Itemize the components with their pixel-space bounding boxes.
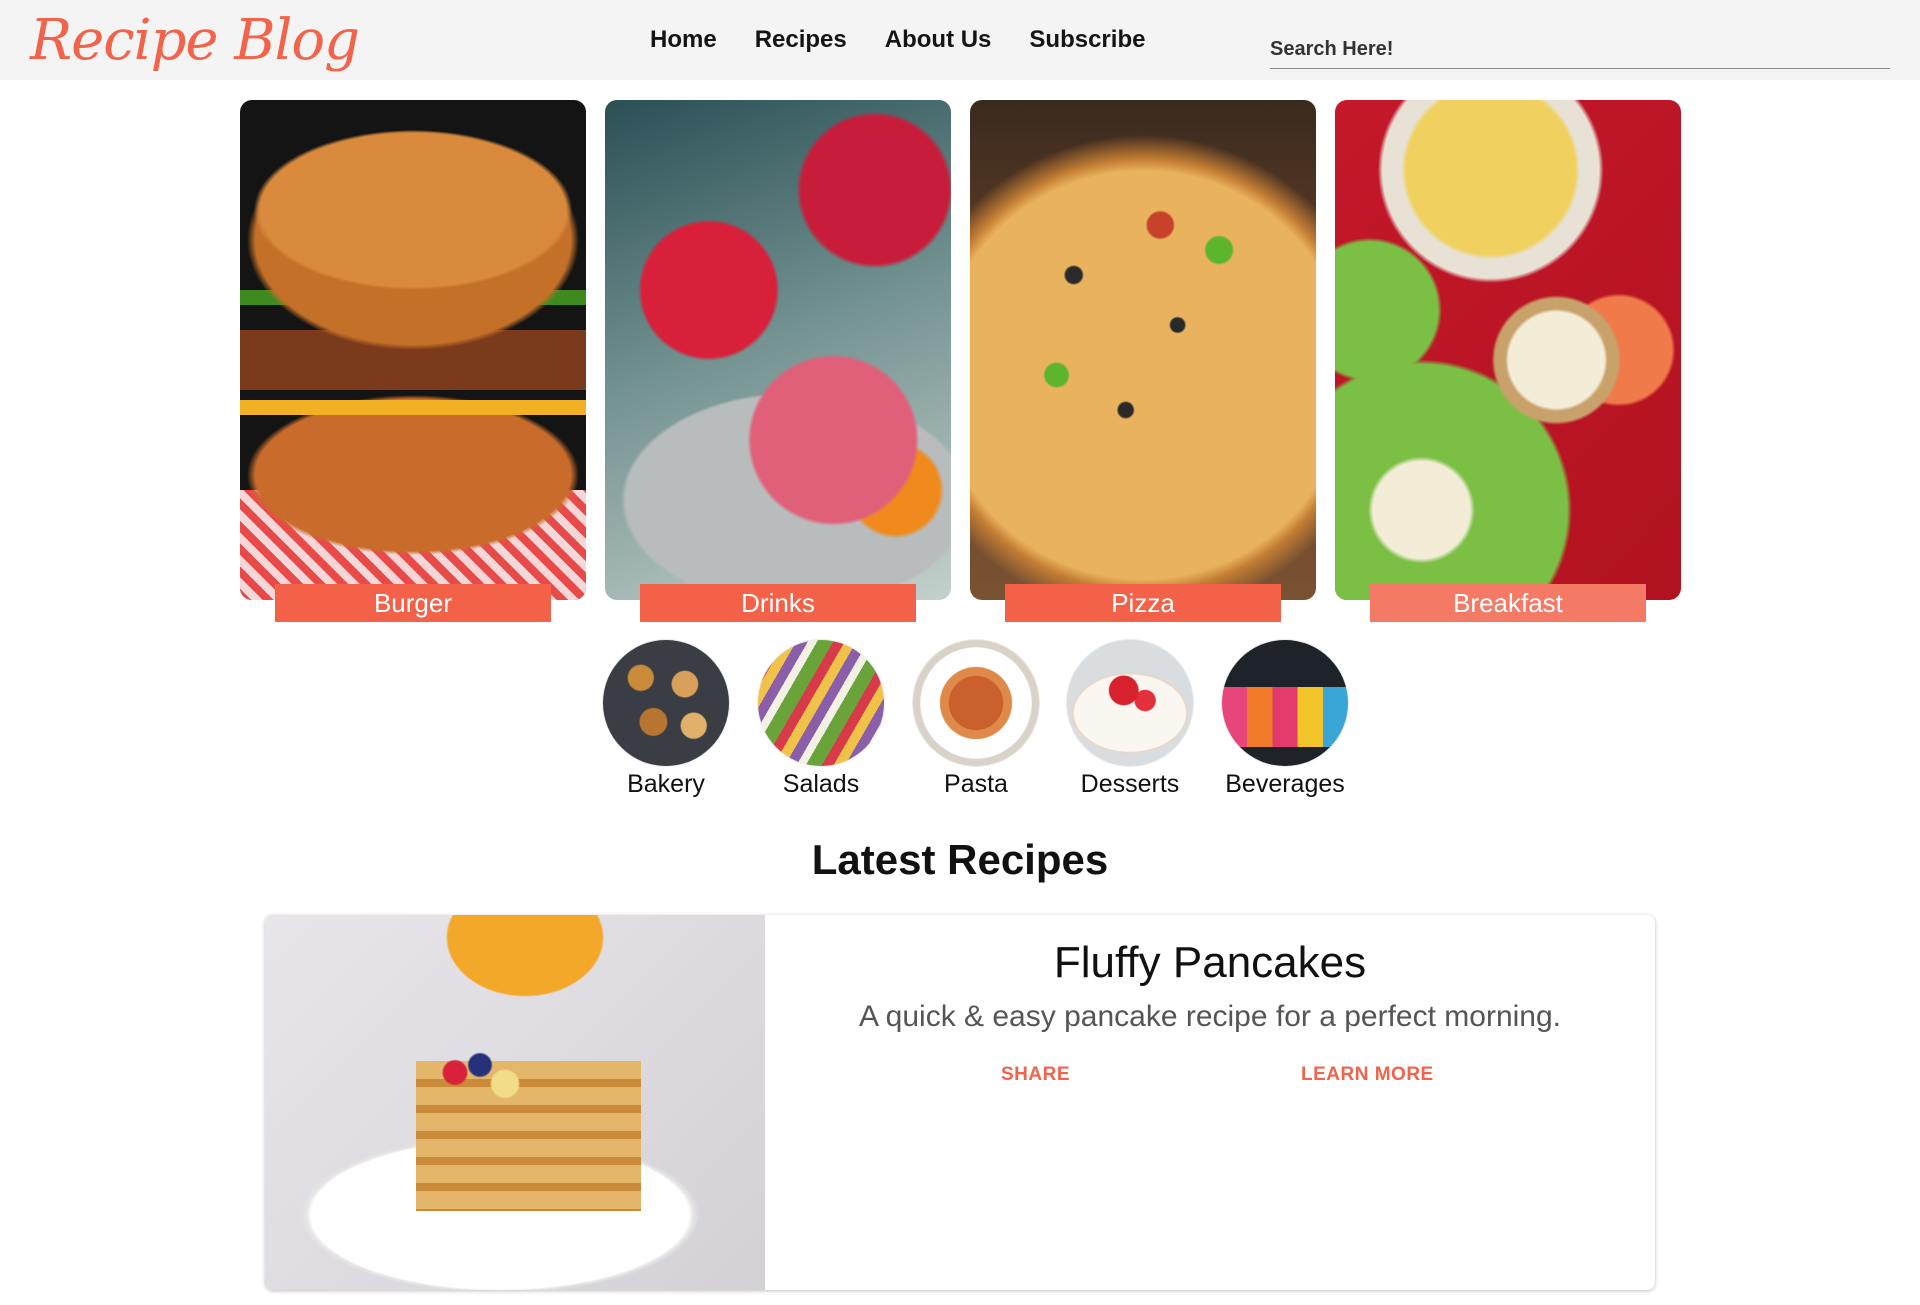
category-label-breakfast[interactable]: Breakfast <box>1370 584 1646 622</box>
recipe-description: A quick & easy pancake recipe for a perf… <box>858 1000 1562 1033</box>
burger-photo <box>240 100 586 600</box>
beverages-photo[interactable] <box>1222 640 1348 766</box>
search-input[interactable] <box>1270 30 1890 69</box>
category-card-drinks[interactable] <box>605 100 951 600</box>
nav-home-link[interactable]: Home <box>650 22 717 58</box>
recipe-card: Fluffy Pancakes A quick & easy pancake r… <box>265 915 1655 1290</box>
drinks-photo <box>605 100 951 600</box>
category-card-breakfast[interactable] <box>1335 100 1681 600</box>
salads-photo[interactable] <box>758 640 884 766</box>
subcategory-label-salads[interactable]: Salads <box>736 768 906 800</box>
share-button[interactable]: SHARE <box>1001 1063 1070 1087</box>
main-nav: Home Recipes About Us Subscribe <box>650 22 1145 58</box>
nav-recipes-link[interactable]: Recipes <box>755 22 847 58</box>
subcategory-label-beverages[interactable]: Beverages <box>1200 768 1370 800</box>
category-label-burger[interactable]: Burger <box>275 584 551 622</box>
breakfast-photo <box>1335 100 1681 600</box>
bakery-photo[interactable] <box>603 640 729 766</box>
category-label-pizza[interactable]: Pizza <box>1005 584 1281 622</box>
category-card-pizza[interactable] <box>970 100 1316 600</box>
latest-recipes-heading: Latest Recipes <box>811 836 1109 883</box>
pancakes-photo[interactable] <box>265 915 765 1290</box>
site-logo[interactable]: Recipe Blog <box>30 6 360 76</box>
site-header: Recipe Blog Home Recipes About Us Subscr… <box>0 0 1920 80</box>
nav-about-us-link[interactable]: About Us <box>885 22 992 58</box>
recipe-title: Fluffy Pancakes <box>1053 938 1367 987</box>
desserts-photo[interactable] <box>1067 640 1193 766</box>
pasta-photo[interactable] <box>913 640 1039 766</box>
nav-subscribe-link[interactable]: Subscribe <box>1029 22 1145 58</box>
subcategory-label-pasta[interactable]: Pasta <box>891 768 1061 800</box>
subcategory-label-desserts[interactable]: Desserts <box>1045 768 1215 800</box>
category-card-burger[interactable] <box>240 100 586 600</box>
pizza-photo <box>970 100 1316 600</box>
subcategory-label-bakery[interactable]: Bakery <box>581 768 751 800</box>
category-label-drinks[interactable]: Drinks <box>640 584 916 622</box>
learn-more-button[interactable]: LEARN MORE <box>1301 1063 1434 1087</box>
